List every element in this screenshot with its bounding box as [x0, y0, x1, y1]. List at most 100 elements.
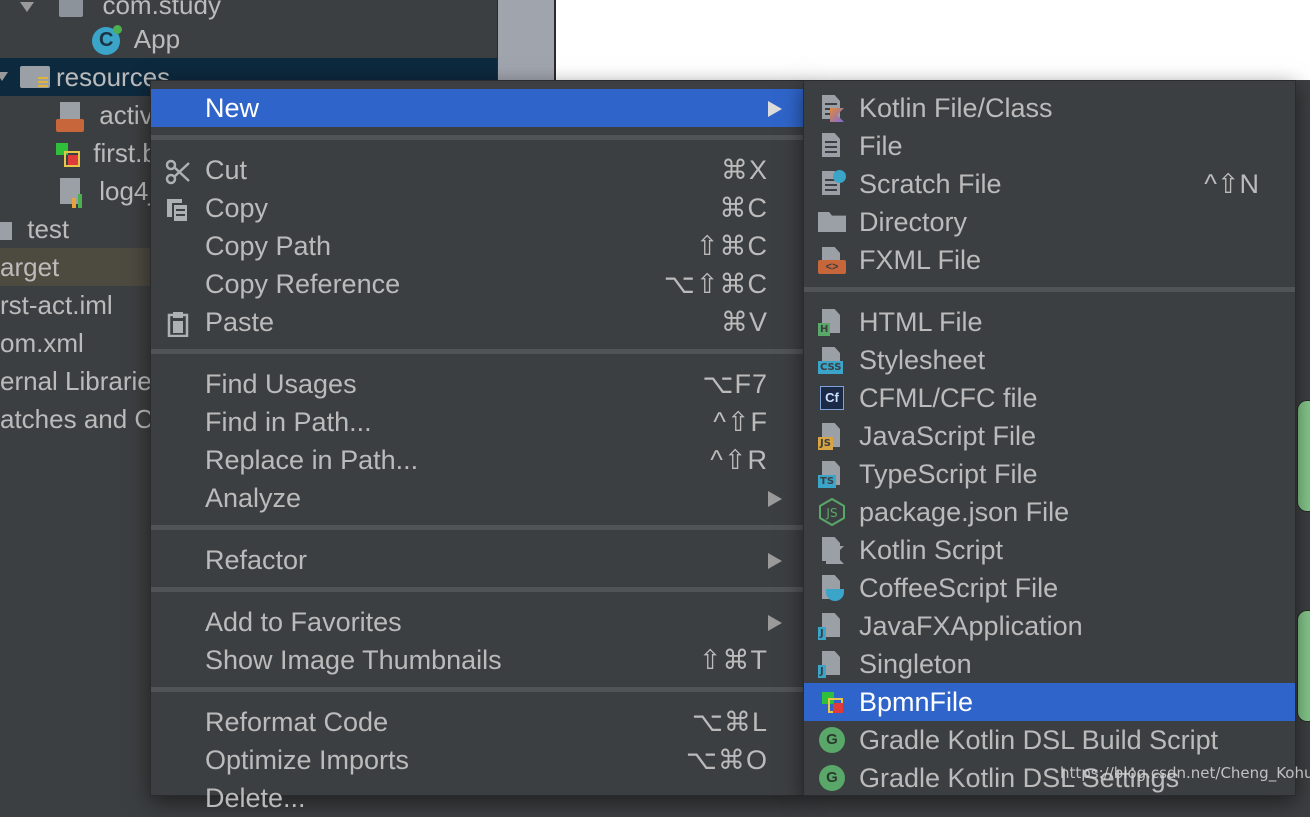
submenu-item-label: CoffeeScript File	[859, 573, 1059, 603]
menu-separator	[151, 687, 804, 692]
tree-item-scratches[interactable]: atches and C	[0, 400, 153, 438]
side-tab[interactable]	[1297, 610, 1310, 722]
package-icon	[59, 0, 84, 18]
nodejs-icon: JS	[818, 497, 846, 527]
tree-item-iml[interactable]: rst-act.iml	[0, 286, 113, 324]
submenu-item-package-json[interactable]: JS package.json File	[804, 493, 1295, 531]
submenu-item-label: package.json File	[859, 497, 1070, 527]
menu-item-label: Copy Reference	[205, 269, 401, 299]
submenu-item-gradle-build-script[interactable]: G Gradle Kotlin DSL Build Script	[804, 721, 1295, 759]
menu-item-label: Delete...	[205, 783, 306, 813]
tree-item-first-bpmn[interactable]: first.b	[56, 134, 157, 172]
submenu-item-directory[interactable]: Directory	[804, 203, 1295, 241]
submenu-item-singleton[interactable]: J Singleton	[804, 645, 1295, 683]
shortcut-label: ⌥⇧⌘C	[663, 269, 768, 299]
submenu-item-javafx-application[interactable]: J JavaFXApplication	[804, 607, 1295, 645]
kotlin-script-icon	[818, 536, 846, 564]
menu-item-paste[interactable]: Paste ⌘V	[151, 303, 804, 341]
submenu-item-label: HTML File	[859, 307, 983, 337]
tree-item-label: test	[27, 214, 70, 244]
kotlin-file-icon	[818, 94, 846, 122]
shortcut-label: ⇧⌘T	[698, 645, 768, 675]
menu-item-label: Add to Favorites	[205, 607, 402, 637]
submenu-item-coffeescript-file[interactable]: CoffeeScript File	[804, 569, 1295, 607]
submenu-arrow-icon	[768, 615, 782, 631]
submenu-item-javascript-file[interactable]: JS JavaScript File	[804, 417, 1295, 455]
shortcut-label: ^⇧N	[1204, 169, 1259, 199]
menu-item-show-image-thumbnails[interactable]: Show Image Thumbnails ⇧⌘T	[151, 641, 804, 679]
submenu-item-label: Kotlin Script	[859, 535, 1004, 565]
menu-item-find-usages[interactable]: Find Usages ⌥F7	[151, 365, 804, 403]
submenu-item-scratch-file[interactable]: Scratch File ^⇧N	[804, 165, 1295, 203]
menu-item-replace-in-path[interactable]: Replace in Path... ^⇧R	[151, 441, 804, 479]
expand-chevron-icon[interactable]	[20, 2, 34, 13]
tree-item-external-libraries[interactable]: ernal Libraries	[0, 362, 165, 400]
menu-item-find-in-path[interactable]: Find in Path... ^⇧F	[151, 403, 804, 441]
menu-item-label: Copy	[205, 193, 269, 223]
tree-item-label: arget	[0, 252, 60, 282]
menu-item-cut[interactable]: Cut ⌘X	[151, 151, 804, 189]
menu-item-label: Analyze	[205, 483, 302, 513]
css-file-icon: CSS	[818, 346, 846, 374]
submenu-item-bpmn-file[interactable]: BpmnFile	[804, 683, 1295, 721]
editor-area[interactable]	[554, 0, 1310, 80]
menu-item-new[interactable]: New	[151, 89, 804, 127]
menu-item-label: Find in Path...	[205, 407, 372, 437]
submenu-item-label: BpmnFile	[859, 687, 974, 717]
submenu-item-fxml-file[interactable]: <> FXML File	[804, 241, 1295, 279]
tree-item-label: om.xml	[0, 328, 84, 358]
menu-item-label: Paste	[205, 307, 275, 337]
fxml-file-icon: <>	[818, 246, 846, 274]
submenu-item-stylesheet[interactable]: CSS Stylesheet	[804, 341, 1295, 379]
menu-item-copy-reference[interactable]: Copy Reference ⌥⇧⌘C	[151, 265, 804, 303]
submenu-item-kotlin-script[interactable]: Kotlin Script	[804, 531, 1295, 569]
tree-item-label: atches and C	[0, 404, 154, 434]
file-icon	[818, 132, 846, 160]
shortcut-label: ⌘V	[720, 307, 768, 337]
tree-item-pom[interactable]: om.xml	[0, 324, 84, 362]
menu-item-copy-path[interactable]: Copy Path ⇧⌘C	[151, 227, 804, 265]
java-file-icon: J	[818, 650, 846, 678]
coffeescript-file-icon	[818, 574, 846, 602]
submenu-item-kotlin-file[interactable]: Kotlin File/Class	[804, 89, 1295, 127]
submenu-item-label: Kotlin File/Class	[859, 93, 1053, 123]
shortcut-label: ⌘C	[719, 193, 768, 223]
submenu-item-label: Stylesheet	[859, 345, 986, 375]
submenu-item-html-file[interactable]: H HTML File	[804, 303, 1295, 341]
menu-item-optimize-imports[interactable]: Optimize Imports ⌥⌘O	[151, 741, 804, 779]
submenu-item-label: Scratch File	[859, 169, 1002, 199]
tree-item-log4j[interactable]: log4j	[60, 172, 154, 210]
submenu-item-label: Singleton	[859, 649, 972, 679]
tree-item-app[interactable]: C App	[92, 20, 180, 58]
scissors-icon	[165, 157, 191, 185]
gradle-icon: G	[818, 764, 846, 792]
bpmn-icon	[818, 688, 846, 716]
submenu-item-label: JavaFXApplication	[859, 611, 1083, 641]
expand-chevron-icon[interactable]	[0, 72, 8, 81]
menu-item-add-to-favorites[interactable]: Add to Favorites	[151, 603, 804, 641]
submenu-item-typescript-file[interactable]: TS TypeScript File	[804, 455, 1295, 493]
tree-item-label: App	[133, 24, 181, 54]
menu-separator	[151, 135, 804, 140]
tree-item-activ[interactable]: activ	[56, 96, 153, 134]
shortcut-label: ⌥F7	[702, 369, 768, 399]
gradle-icon: G	[818, 726, 846, 754]
menu-item-delete[interactable]: Delete...	[151, 779, 804, 817]
folder-icon	[818, 208, 846, 236]
submenu-item-file[interactable]: File	[804, 127, 1295, 165]
tree-scrollbar[interactable]	[497, 0, 554, 80]
tree-item-test[interactable]: test	[0, 210, 69, 248]
java-file-icon: J	[818, 612, 846, 640]
tree-item-label: first.b	[93, 138, 157, 168]
side-tab[interactable]	[1297, 400, 1310, 512]
scratch-file-icon	[818, 170, 846, 198]
menu-item-label: Optimize Imports	[205, 745, 410, 775]
menu-item-reformat-code[interactable]: Reformat Code ⌥⌘L	[151, 703, 804, 741]
menu-item-analyze[interactable]: Analyze	[151, 479, 804, 517]
menu-item-copy[interactable]: Copy ⌘C	[151, 189, 804, 227]
submenu-item-cfml-file[interactable]: Cf CFML/CFC file	[804, 379, 1295, 417]
submenu-item-label: Gradle Kotlin DSL Build Script	[859, 725, 1219, 755]
menu-item-refactor[interactable]: Refactor	[151, 541, 804, 579]
menu-item-label: Show Image Thumbnails	[205, 645, 502, 675]
submenu-item-label: CFML/CFC file	[859, 383, 1038, 413]
